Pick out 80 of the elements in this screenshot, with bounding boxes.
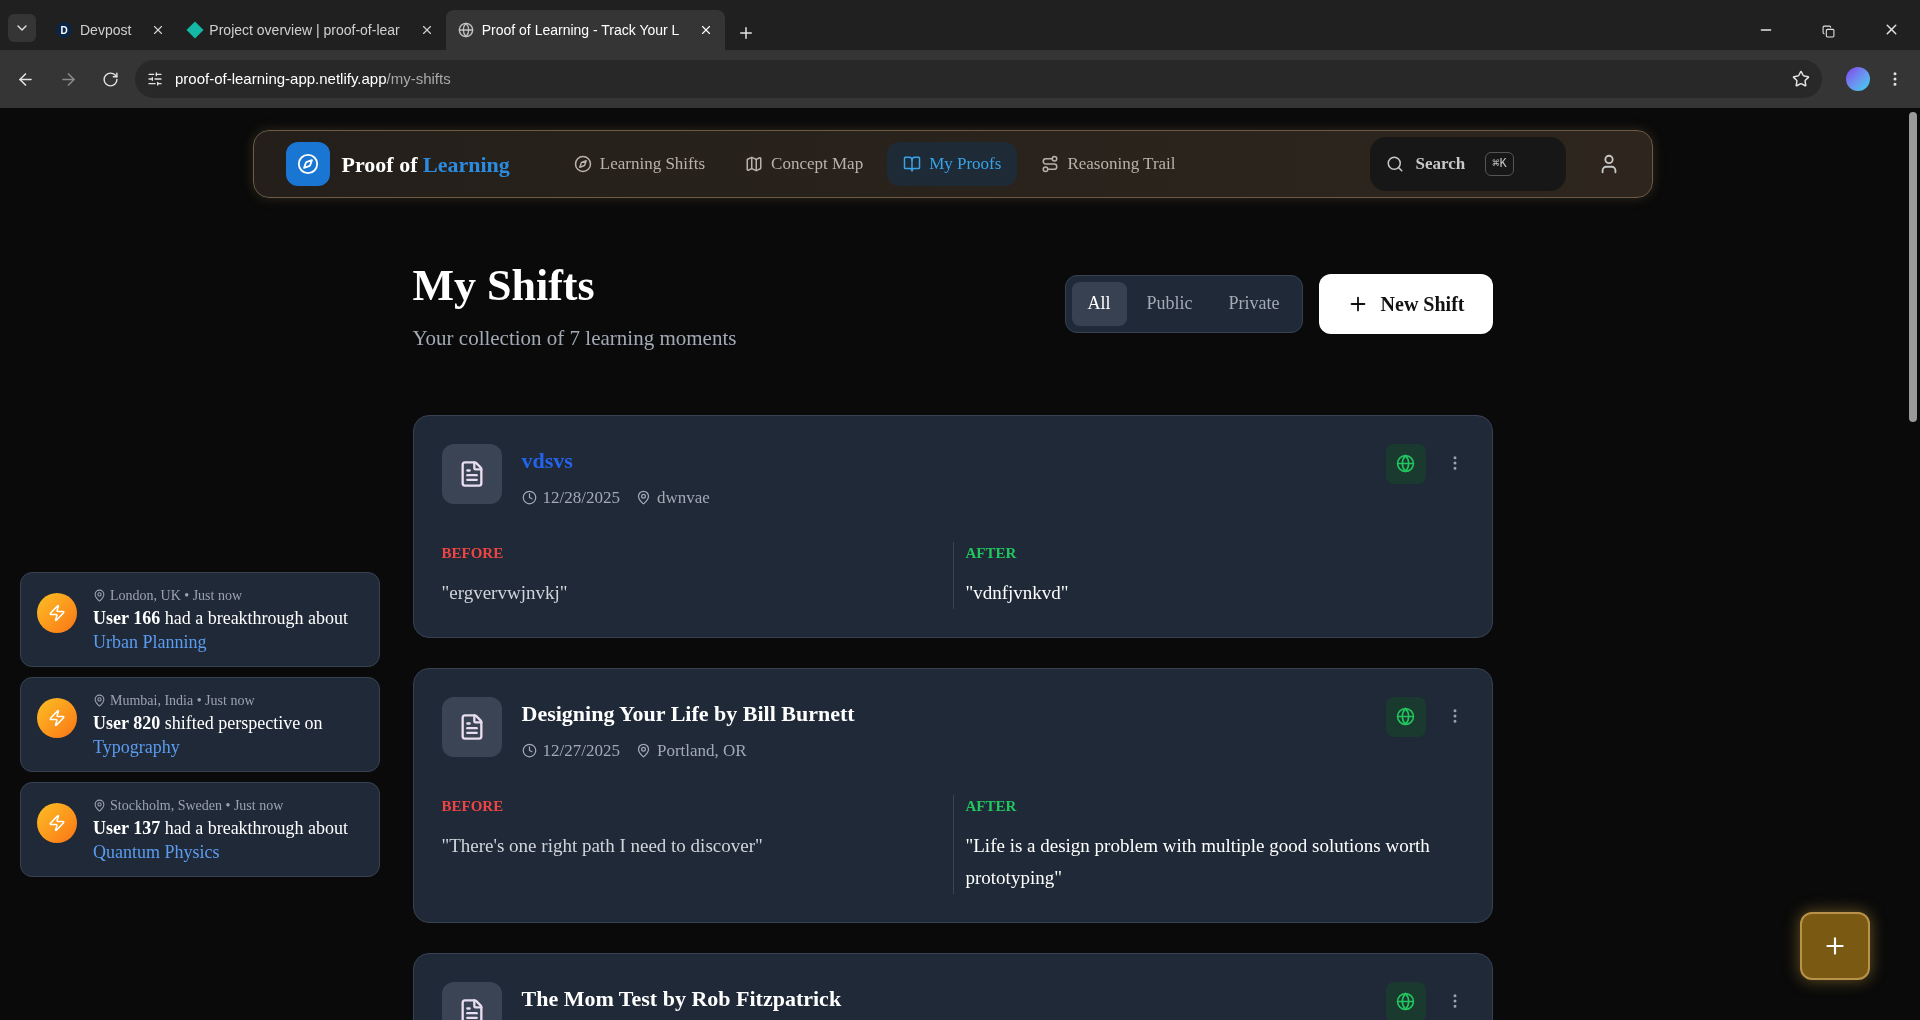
map-pin-icon	[635, 489, 651, 505]
date-text: 12/27/2025	[542, 739, 620, 762]
before-label: BEFORE	[441, 544, 505, 563]
map-pin-icon	[93, 799, 106, 812]
site-favicon: D	[56, 22, 72, 38]
clock-icon	[521, 489, 537, 505]
logo-tile[interactable]	[285, 142, 330, 186]
browser-tab[interactable]: Proof of Learning - Track Your L	[445, 10, 726, 50]
browser-tab[interactable]: D Devpost	[44, 10, 178, 50]
shift-card[interactable]: The Mom Test by Rob Fitzpatrick	[412, 952, 1493, 1020]
search-icon	[1385, 155, 1404, 173]
compass-icon	[573, 155, 592, 173]
shift-title[interactable]: The Mom Test by Rob Fitzpatrick	[521, 981, 1386, 1015]
brand-name[interactable]: Proof of Learning	[341, 147, 510, 181]
map-pin-icon	[635, 742, 651, 758]
map-pin-icon	[93, 589, 106, 602]
before-text: "There's one right path I need to discover"	[441, 833, 764, 858]
bookmark-star-icon[interactable]	[1792, 70, 1810, 88]
route-icon	[1041, 155, 1060, 173]
new-shift-button[interactable]: New Shift	[1318, 273, 1493, 334]
after-label: AFTER	[965, 797, 1018, 816]
map-icon	[745, 155, 764, 173]
visibility-toggle[interactable]	[1385, 443, 1426, 484]
after-text: "vdnfjvnkvd"	[965, 580, 1070, 605]
compass-icon	[296, 153, 319, 175]
before-label: BEFORE	[441, 797, 505, 816]
filter-tab[interactable]: Public	[1130, 281, 1209, 326]
shift-card[interactable]: vdsvs 12/28/2025 dwnvae BEFORE "ergvervwjnvkj" AFTER "vdnfjvnkvd"	[412, 414, 1493, 638]
after-label: AFTER	[965, 544, 1018, 563]
nav-link[interactable]: Reasoning Trail	[1025, 142, 1192, 186]
visibility-toggle[interactable]	[1385, 696, 1426, 737]
page-subtitle: Your collection of 7 learning moments	[412, 325, 738, 352]
browser-tab[interactable]: Project overview | proof-of-lear	[177, 10, 446, 50]
globe-icon	[1396, 707, 1415, 726]
site-info-icon[interactable]	[147, 71, 163, 87]
map-pin-icon	[93, 694, 106, 707]
after-text: "Life is a design problem with multiple good solutions worth prototyping"	[965, 833, 1431, 890]
location-text: dwnvae	[656, 486, 710, 509]
topic-link[interactable]: Quantum Physics	[93, 842, 220, 862]
restore-icon[interactable]	[1822, 25, 1835, 38]
topic-link[interactable]: Urban Planning	[93, 632, 207, 652]
visibility-toggle[interactable]	[1385, 981, 1426, 1020]
globe-favicon-icon	[457, 22, 474, 38]
tab-title: Proof of Learning - Track Your L	[481, 20, 680, 40]
nav-link[interactable]: My Proofs	[887, 142, 1018, 186]
page-title: My Shifts	[412, 260, 596, 312]
lightning-icon	[48, 709, 66, 727]
clock-icon	[521, 742, 537, 758]
filter-tab[interactable]: Private	[1212, 281, 1296, 326]
scrollbar-thumb[interactable]	[1908, 112, 1917, 422]
nav-link[interactable]: Concept Map	[729, 142, 880, 186]
toast-message: User 166 had a breakthrough about Urban Planning	[93, 607, 350, 654]
filter-tab[interactable]: All	[1071, 281, 1127, 326]
date-text: 12/28/2025	[542, 486, 620, 509]
book-icon	[903, 155, 922, 173]
search-button[interactable]: Search ⌘K	[1369, 137, 1566, 191]
location-text: Portland, OR	[656, 739, 747, 762]
topic-link[interactable]: Typography	[93, 737, 180, 757]
globe-icon	[1396, 454, 1415, 473]
toast-message: User 137 had a breakthrough about Quantum Physics	[93, 817, 350, 864]
tab-title: Project overview | proof-of-lear	[209, 20, 400, 40]
url-text: proof-of-learning-app.netlify.app/my-shifts	[175, 68, 452, 89]
lightning-icon	[48, 814, 66, 832]
toast-location: Stockholm, Sweden • Just now	[110, 797, 284, 815]
toast-message: User 820 shifted perspective on Typography	[93, 712, 324, 759]
address-bar[interactable]: proof-of-learning-app.netlify.app/my-shifts	[135, 60, 1822, 98]
reload-icon[interactable]	[102, 70, 119, 88]
shift-card[interactable]: Designing Your Life by Bill Burnett 12/27/2025 Portland, OR BEFORE "There's one right path I need to discover" AFTER "Life is a design problem with multiple good solutions worth prototyping"	[412, 667, 1493, 923]
nav-link[interactable]: Learning Shifts	[557, 142, 722, 186]
toast-location: Mumbai, India • Just now	[110, 692, 255, 710]
tab-title: Devpost	[80, 20, 132, 40]
tab-list-button[interactable]	[8, 14, 36, 42]
globe-icon	[1396, 992, 1415, 1011]
lightning-icon	[48, 604, 66, 622]
profile-avatar-icon[interactable]	[1846, 67, 1870, 91]
shift-title[interactable]: Designing Your Life by Bill Burnett	[521, 696, 1386, 730]
add-floating-button[interactable]	[1800, 912, 1870, 980]
before-text: "ergvervwjnvkj"	[441, 580, 569, 605]
shortcut-key: ⌘K	[1485, 152, 1514, 176]
toast-location: London, UK • Just now	[110, 587, 243, 605]
